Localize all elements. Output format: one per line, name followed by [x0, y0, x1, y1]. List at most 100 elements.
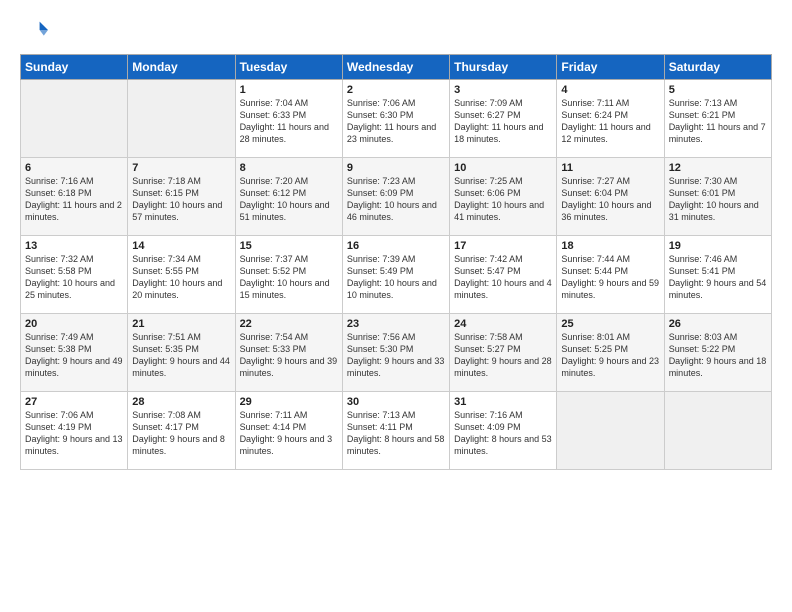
- weekday-header-row: SundayMondayTuesdayWednesdayThursdayFrid…: [21, 55, 772, 80]
- day-info: Sunrise: 7:25 AM Sunset: 6:06 PM Dayligh…: [454, 175, 552, 224]
- calendar-cell: [557, 392, 664, 470]
- weekday-header: Saturday: [664, 55, 771, 80]
- day-number: 12: [669, 162, 767, 174]
- calendar-cell: 7Sunrise: 7:18 AM Sunset: 6:15 PM Daylig…: [128, 158, 235, 236]
- calendar-cell: 10Sunrise: 7:25 AM Sunset: 6:06 PM Dayli…: [450, 158, 557, 236]
- day-info: Sunrise: 7:16 AM Sunset: 4:09 PM Dayligh…: [454, 409, 552, 458]
- calendar-cell: 21Sunrise: 7:51 AM Sunset: 5:35 PM Dayli…: [128, 314, 235, 392]
- day-number: 30: [347, 396, 445, 408]
- day-number: 7: [132, 162, 230, 174]
- calendar-cell: 20Sunrise: 7:49 AM Sunset: 5:38 PM Dayli…: [21, 314, 128, 392]
- day-info: Sunrise: 8:01 AM Sunset: 5:25 PM Dayligh…: [561, 331, 659, 380]
- day-number: 15: [240, 240, 338, 252]
- calendar-cell: 23Sunrise: 7:56 AM Sunset: 5:30 PM Dayli…: [342, 314, 449, 392]
- day-number: 1: [240, 84, 338, 96]
- day-info: Sunrise: 7:23 AM Sunset: 6:09 PM Dayligh…: [347, 175, 445, 224]
- day-info: Sunrise: 7:20 AM Sunset: 6:12 PM Dayligh…: [240, 175, 338, 224]
- day-number: 22: [240, 318, 338, 330]
- day-number: 24: [454, 318, 552, 330]
- day-info: Sunrise: 7:54 AM Sunset: 5:33 PM Dayligh…: [240, 331, 338, 380]
- calendar-cell: 29Sunrise: 7:11 AM Sunset: 4:14 PM Dayli…: [235, 392, 342, 470]
- day-number: 13: [25, 240, 123, 252]
- day-number: 4: [561, 84, 659, 96]
- day-number: 8: [240, 162, 338, 174]
- day-number: 6: [25, 162, 123, 174]
- day-info: Sunrise: 7:09 AM Sunset: 6:27 PM Dayligh…: [454, 97, 552, 146]
- day-number: 27: [25, 396, 123, 408]
- day-number: 3: [454, 84, 552, 96]
- day-info: Sunrise: 7:16 AM Sunset: 6:18 PM Dayligh…: [25, 175, 123, 224]
- calendar-cell: 27Sunrise: 7:06 AM Sunset: 4:19 PM Dayli…: [21, 392, 128, 470]
- weekday-header: Tuesday: [235, 55, 342, 80]
- day-number: 21: [132, 318, 230, 330]
- calendar-week-row: 13Sunrise: 7:32 AM Sunset: 5:58 PM Dayli…: [21, 236, 772, 314]
- day-info: Sunrise: 7:32 AM Sunset: 5:58 PM Dayligh…: [25, 253, 123, 302]
- day-info: Sunrise: 7:06 AM Sunset: 4:19 PM Dayligh…: [25, 409, 123, 458]
- day-info: Sunrise: 7:30 AM Sunset: 6:01 PM Dayligh…: [669, 175, 767, 224]
- day-info: Sunrise: 7:37 AM Sunset: 5:52 PM Dayligh…: [240, 253, 338, 302]
- calendar-cell: 15Sunrise: 7:37 AM Sunset: 5:52 PM Dayli…: [235, 236, 342, 314]
- calendar-cell: [21, 80, 128, 158]
- day-info: Sunrise: 7:11 AM Sunset: 4:14 PM Dayligh…: [240, 409, 338, 458]
- calendar-cell: [128, 80, 235, 158]
- header: [20, 16, 772, 44]
- calendar-cell: 8Sunrise: 7:20 AM Sunset: 6:12 PM Daylig…: [235, 158, 342, 236]
- calendar-cell: 25Sunrise: 8:01 AM Sunset: 5:25 PM Dayli…: [557, 314, 664, 392]
- weekday-header: Wednesday: [342, 55, 449, 80]
- calendar-cell: 6Sunrise: 7:16 AM Sunset: 6:18 PM Daylig…: [21, 158, 128, 236]
- day-info: Sunrise: 7:04 AM Sunset: 6:33 PM Dayligh…: [240, 97, 338, 146]
- calendar-week-row: 1Sunrise: 7:04 AM Sunset: 6:33 PM Daylig…: [21, 80, 772, 158]
- day-info: Sunrise: 7:51 AM Sunset: 5:35 PM Dayligh…: [132, 331, 230, 380]
- day-info: Sunrise: 8:03 AM Sunset: 5:22 PM Dayligh…: [669, 331, 767, 380]
- day-number: 28: [132, 396, 230, 408]
- calendar-cell: 1Sunrise: 7:04 AM Sunset: 6:33 PM Daylig…: [235, 80, 342, 158]
- day-number: 14: [132, 240, 230, 252]
- calendar-cell: 17Sunrise: 7:42 AM Sunset: 5:47 PM Dayli…: [450, 236, 557, 314]
- calendar-cell: 13Sunrise: 7:32 AM Sunset: 5:58 PM Dayli…: [21, 236, 128, 314]
- day-info: Sunrise: 7:34 AM Sunset: 5:55 PM Dayligh…: [132, 253, 230, 302]
- day-info: Sunrise: 7:11 AM Sunset: 6:24 PM Dayligh…: [561, 97, 659, 146]
- day-number: 29: [240, 396, 338, 408]
- calendar-table: SundayMondayTuesdayWednesdayThursdayFrid…: [20, 54, 772, 470]
- day-info: Sunrise: 7:27 AM Sunset: 6:04 PM Dayligh…: [561, 175, 659, 224]
- day-number: 10: [454, 162, 552, 174]
- calendar-cell: 18Sunrise: 7:44 AM Sunset: 5:44 PM Dayli…: [557, 236, 664, 314]
- calendar-cell: 11Sunrise: 7:27 AM Sunset: 6:04 PM Dayli…: [557, 158, 664, 236]
- calendar-cell: [664, 392, 771, 470]
- day-number: 9: [347, 162, 445, 174]
- weekday-header: Sunday: [21, 55, 128, 80]
- calendar-cell: 31Sunrise: 7:16 AM Sunset: 4:09 PM Dayli…: [450, 392, 557, 470]
- day-info: Sunrise: 7:18 AM Sunset: 6:15 PM Dayligh…: [132, 175, 230, 224]
- calendar-cell: 26Sunrise: 8:03 AM Sunset: 5:22 PM Dayli…: [664, 314, 771, 392]
- calendar-cell: 3Sunrise: 7:09 AM Sunset: 6:27 PM Daylig…: [450, 80, 557, 158]
- calendar-cell: 14Sunrise: 7:34 AM Sunset: 5:55 PM Dayli…: [128, 236, 235, 314]
- day-info: Sunrise: 7:42 AM Sunset: 5:47 PM Dayligh…: [454, 253, 552, 302]
- day-info: Sunrise: 7:46 AM Sunset: 5:41 PM Dayligh…: [669, 253, 767, 302]
- day-info: Sunrise: 7:39 AM Sunset: 5:49 PM Dayligh…: [347, 253, 445, 302]
- day-number: 16: [347, 240, 445, 252]
- calendar-cell: 5Sunrise: 7:13 AM Sunset: 6:21 PM Daylig…: [664, 80, 771, 158]
- weekday-header: Friday: [557, 55, 664, 80]
- day-number: 25: [561, 318, 659, 330]
- day-number: 2: [347, 84, 445, 96]
- calendar-cell: 9Sunrise: 7:23 AM Sunset: 6:09 PM Daylig…: [342, 158, 449, 236]
- calendar-cell: 4Sunrise: 7:11 AM Sunset: 6:24 PM Daylig…: [557, 80, 664, 158]
- day-info: Sunrise: 7:13 AM Sunset: 6:21 PM Dayligh…: [669, 97, 767, 146]
- day-info: Sunrise: 7:08 AM Sunset: 4:17 PM Dayligh…: [132, 409, 230, 458]
- calendar-cell: 30Sunrise: 7:13 AM Sunset: 4:11 PM Dayli…: [342, 392, 449, 470]
- day-number: 18: [561, 240, 659, 252]
- calendar-cell: 12Sunrise: 7:30 AM Sunset: 6:01 PM Dayli…: [664, 158, 771, 236]
- day-number: 17: [454, 240, 552, 252]
- logo-icon: [20, 16, 48, 44]
- day-number: 11: [561, 162, 659, 174]
- calendar-cell: 24Sunrise: 7:58 AM Sunset: 5:27 PM Dayli…: [450, 314, 557, 392]
- day-number: 23: [347, 318, 445, 330]
- day-number: 26: [669, 318, 767, 330]
- day-number: 31: [454, 396, 552, 408]
- logo: [20, 16, 52, 44]
- day-info: Sunrise: 7:49 AM Sunset: 5:38 PM Dayligh…: [25, 331, 123, 380]
- day-info: Sunrise: 7:58 AM Sunset: 5:27 PM Dayligh…: [454, 331, 552, 380]
- weekday-header: Thursday: [450, 55, 557, 80]
- calendar-cell: 16Sunrise: 7:39 AM Sunset: 5:49 PM Dayli…: [342, 236, 449, 314]
- calendar-week-row: 27Sunrise: 7:06 AM Sunset: 4:19 PM Dayli…: [21, 392, 772, 470]
